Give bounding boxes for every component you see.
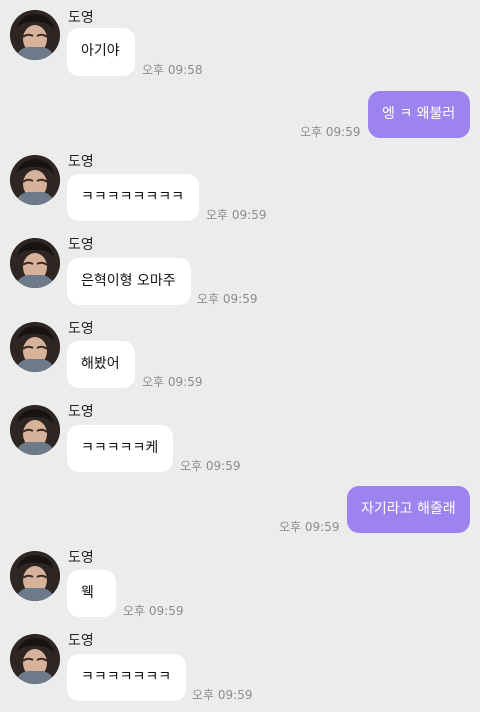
message-bubble[interactable]: ㅋㅋㅋㅋㅋ케 [67,425,173,472]
message-bubble[interactable]: 자기라고 해줄래 [347,486,470,533]
avatar[interactable] [10,405,60,455]
message-timestamp: 오후 09:59 [279,520,340,534]
message-bubble[interactable]: 엥 ㅋ 왜불러 [368,91,470,138]
profile-photo-icon [10,634,60,684]
sender-name: 도영 [68,10,94,26]
sender-name: 도영 [68,550,94,566]
sender-name: 도영 [68,321,94,337]
profile-photo-icon [10,551,60,601]
profile-photo-icon [10,322,60,372]
sender-name: 도영 [68,633,94,649]
avatar[interactable] [10,155,60,205]
sender-name: 도영 [68,404,94,420]
message-timestamp: 오후 09:59 [197,292,258,306]
message-timestamp: 오후 09:59 [300,125,361,139]
sender-name: 도영 [68,154,94,170]
avatar[interactable] [10,634,60,684]
message-bubble[interactable]: ㅋㅋㅋㅋㅋㅋㅋㅋ [67,174,199,221]
sender-name: 도영 [68,237,94,253]
message-timestamp: 오후 09:59 [192,688,253,702]
message-timestamp: 오후 09:59 [206,208,267,222]
avatar[interactable] [10,238,60,288]
profile-photo-icon [10,238,60,288]
chat-thread: 도영 아기야 오후 09:58 엥 ㅋ 왜불러 오후 09:59 도영 ㅋㅋㅋㅋ… [0,0,480,712]
profile-photo-icon [10,155,60,205]
message-timestamp: 오후 09:59 [142,375,203,389]
message-bubble[interactable]: 해봤어 [67,341,135,388]
profile-photo-icon [10,405,60,455]
avatar[interactable] [10,10,60,60]
profile-photo-icon [10,10,60,60]
message-timestamp: 오후 09:59 [123,604,184,618]
message-timestamp: 오후 09:58 [142,63,203,77]
message-timestamp: 오후 09:59 [180,459,241,473]
message-bubble[interactable]: 웩 [67,570,116,617]
message-bubble[interactable]: 은혁이형 오마주 [67,258,191,305]
avatar[interactable] [10,322,60,372]
message-bubble[interactable]: ㅋㅋㅋㅋㅋㅋㅋ [67,654,186,701]
avatar[interactable] [10,551,60,601]
message-bubble[interactable]: 아기야 [67,28,135,76]
